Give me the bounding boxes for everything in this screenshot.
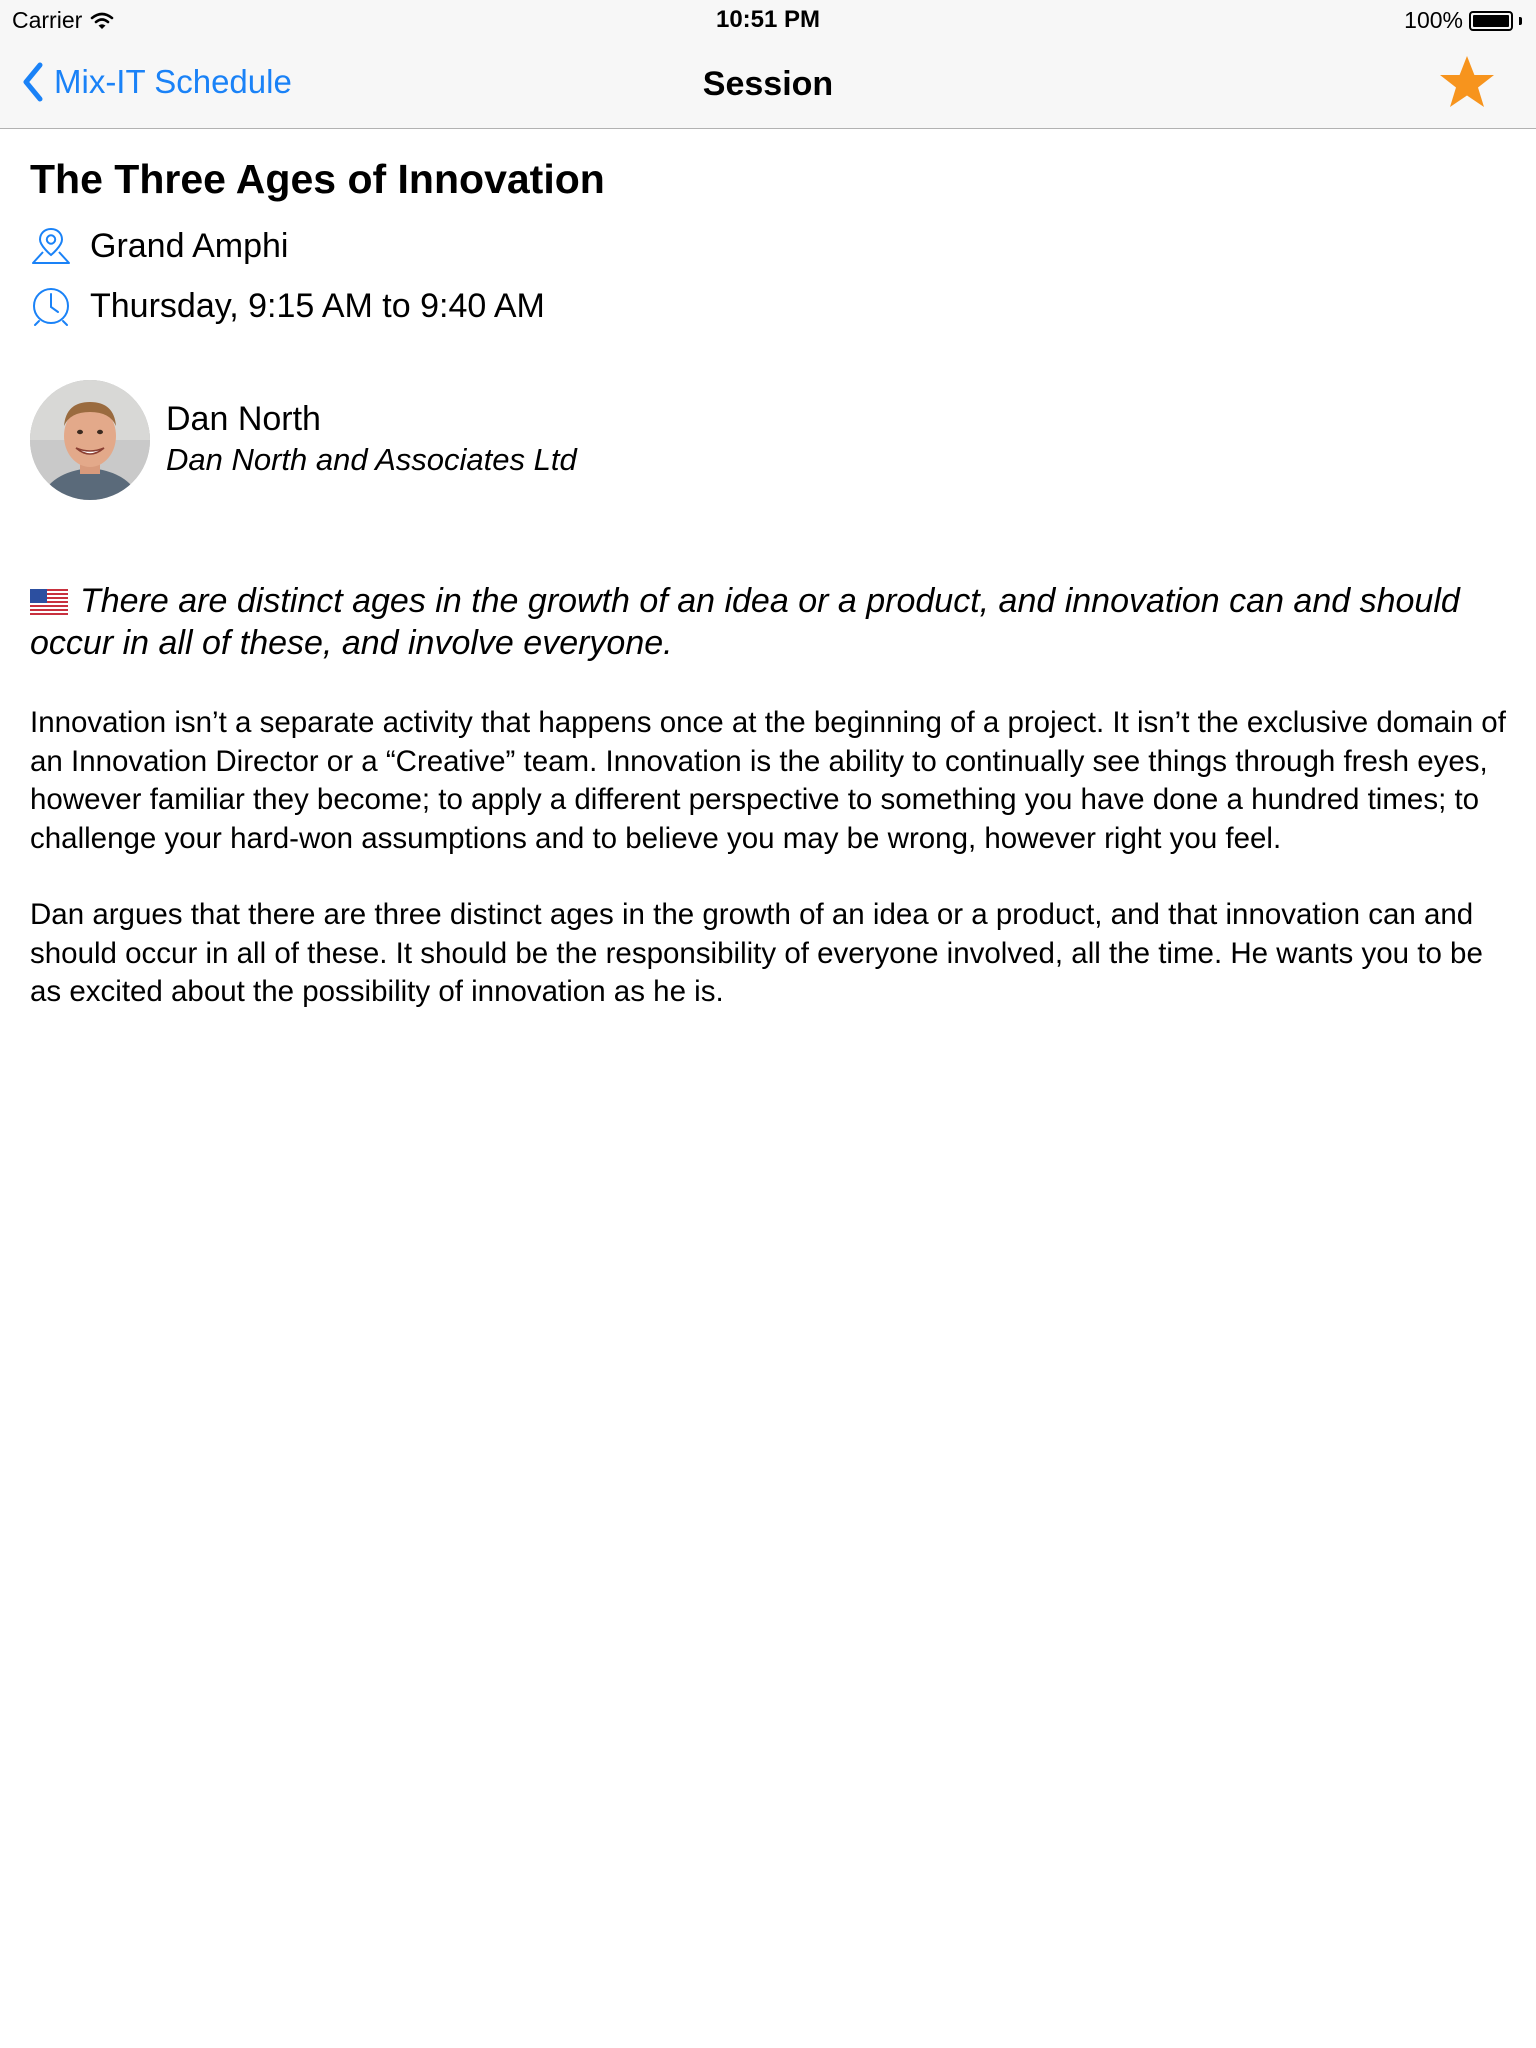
battery-cap — [1519, 16, 1522, 25]
description-paragraph: Innovation isn’t a separate activity tha… — [30, 706, 1506, 855]
time-row: Thursday, 9:15 AM to 9:40 AM — [30, 282, 1510, 330]
us-flag-icon — [30, 589, 68, 615]
battery-percent: 100% — [1404, 7, 1463, 33]
summary-text: There are distinct ages in the growth of… — [30, 582, 1460, 662]
battery-icon — [1469, 10, 1513, 31]
location-pin-icon — [32, 227, 70, 264]
speaker-info: Dan North Dan North and Associates Ltd — [166, 380, 577, 480]
session-detail: The Three Ages of Innovation Grand Amphi… — [30, 150, 1510, 1012]
status-time: 10:51 PM — [715, 6, 821, 33]
session-title: The Three Ages of Innovation — [30, 156, 605, 202]
favorite-star-icon[interactable] — [1438, 54, 1496, 112]
speaker-photo — [30, 380, 150, 500]
battery-indicator: 100% — [1404, 7, 1522, 34]
speaker-name: Dan North — [166, 400, 321, 438]
speaker-avatar[interactable] — [30, 380, 150, 500]
speaker-row[interactable]: Dan North Dan North and Associates Ltd — [30, 380, 1510, 500]
session-summary: There are distinct ages in the growth of… — [30, 580, 1500, 664]
room-name: Grand Amphi — [90, 226, 289, 265]
room-row: Grand Amphi — [30, 222, 1510, 270]
session-time: Thursday, 9:15 AM to 9:40 AM — [90, 286, 545, 325]
speaker-company: Dan North and Associates Ltd — [166, 442, 577, 477]
page-title: Session — [702, 65, 834, 103]
status-bar: Carrier 10:51 PM 100% — [0, 0, 1536, 40]
clock-icon — [33, 288, 69, 326]
navigation-bar: Mix-IT Schedule Session — [0, 40, 1536, 129]
description-paragraph: Dan argues that there are three distinct… — [30, 898, 1483, 1008]
